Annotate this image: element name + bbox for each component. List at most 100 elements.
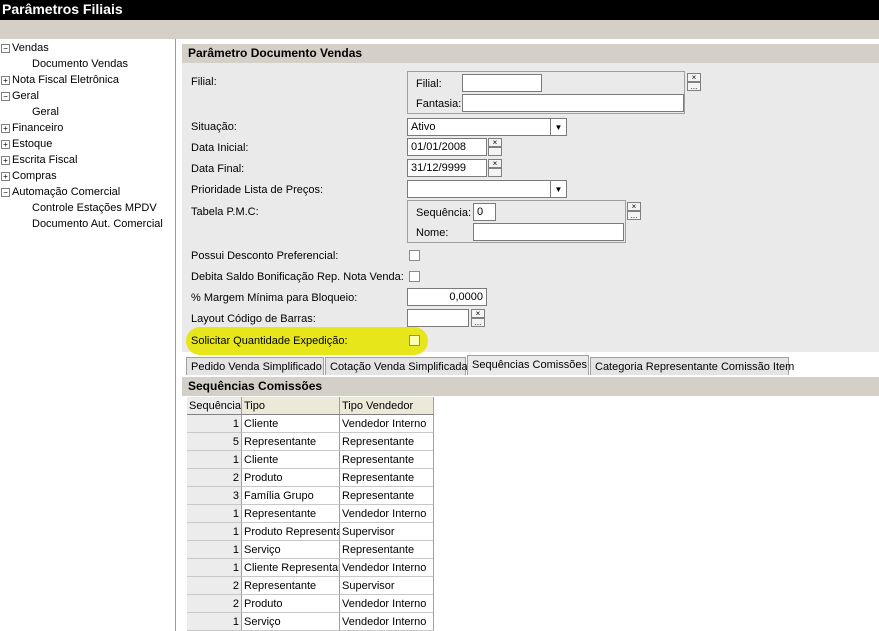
table-cell: Representante	[242, 505, 340, 523]
expand-icon[interactable]: +	[1, 140, 10, 149]
table-cell: Representante	[340, 469, 434, 487]
table-row[interactable]: 2 Produto Representante	[187, 469, 434, 487]
table-cell: 1	[187, 541, 242, 559]
chevron-down-icon[interactable]: ▼	[550, 181, 566, 197]
filial-label: Filial:	[191, 76, 217, 88]
navigation-tree[interactable]: Vendas − Documento Vendas Nota Fiscal Eletr…	[0, 39, 176, 631]
table-row[interactable]: 1 Serviço Representante	[187, 541, 434, 559]
tabela-pmc-clear-button[interactable]: ×	[627, 202, 641, 211]
calendar-icon[interactable]	[488, 147, 502, 156]
filial-clear-button[interactable]: ×	[687, 73, 701, 82]
tree-item[interactable]: Documento Vendas	[32, 56, 128, 72]
grid-section-header: Sequências Comissões	[182, 377, 879, 396]
layout-clear-button[interactable]: ×	[471, 309, 485, 318]
prioridade-select[interactable]: ▼	[407, 180, 567, 198]
table-row[interactable]: 2 Produto Vendedor Interno	[187, 595, 434, 613]
table-row[interactable]: 1 Serviço Vendedor Interno	[187, 613, 434, 631]
table-row[interactable]: 2 Representante Supervisor	[187, 577, 434, 595]
tree-item[interactable]: Nota Fiscal Eletrônica	[12, 72, 119, 88]
layout-input[interactable]	[407, 309, 469, 327]
desconto-checkbox[interactable]	[409, 250, 420, 261]
table-cell: Representante	[340, 451, 434, 469]
fantasia-input[interactable]	[462, 94, 684, 112]
collapse-icon[interactable]: −	[1, 92, 10, 101]
nome-input[interactable]	[473, 223, 624, 241]
tab-pedido-venda[interactable]: Pedido Venda Simplificado	[186, 357, 324, 375]
table-cell: Vendedor Interno	[340, 505, 434, 523]
debita-checkbox[interactable]	[409, 271, 420, 282]
tree-item-label: Estoque	[12, 138, 53, 150]
data-final-label: Data Final:	[191, 163, 245, 175]
data-inicial-clear-button[interactable]: ×	[488, 138, 502, 147]
table-row[interactable]: 1 Representante Vendedor Interno	[187, 505, 434, 523]
tabela-pmc-browse-button[interactable]: ...	[627, 211, 641, 220]
column-header-sequencia[interactable]: Sequência	[187, 397, 242, 415]
tree-item[interactable]: Escrita Fiscal	[12, 152, 77, 168]
table-cell: Supervisor	[340, 523, 434, 541]
data-inicial-input[interactable]: 01/01/2008	[407, 138, 487, 156]
toolbar-area	[0, 20, 879, 39]
tree-item[interactable]: Geral	[12, 88, 39, 104]
form-header: Parâmetro Documento Vendas	[182, 44, 879, 63]
calendar-icon[interactable]	[488, 168, 502, 177]
window-title: Parâmetros Filiais	[0, 0, 879, 20]
tab-cotacao-venda[interactable]: Cotação Venda Simplificada	[325, 357, 468, 375]
column-header-tipo[interactable]: Tipo	[242, 397, 340, 415]
expand-icon[interactable]: +	[1, 172, 10, 181]
data-final-input[interactable]: 31/12/9999	[407, 159, 487, 177]
data-inicial-label: Data Inicial:	[191, 142, 249, 154]
tree-item[interactable]: Automação Comercial	[12, 184, 120, 200]
tree-item[interactable]: Financeiro	[12, 120, 63, 136]
table-row[interactable]: 1Cliente RepresentanteVendedor Interno	[187, 559, 434, 577]
table-cell: Vendedor Interno	[340, 613, 434, 631]
table-cell: Produto	[242, 595, 340, 613]
table-cell: 1	[187, 415, 242, 433]
table-cell: Representante	[242, 577, 340, 595]
filial-input[interactable]	[462, 74, 542, 92]
tree-item-label: Geral	[32, 106, 59, 118]
tree-item[interactable]: Documento Aut. Comercial	[32, 216, 163, 232]
tree-item-label: Nota Fiscal Eletrônica	[12, 74, 119, 86]
table-cell: Produto	[242, 469, 340, 487]
table-cell: Representante	[340, 433, 434, 451]
table-cell: 2	[187, 595, 242, 613]
expand-icon[interactable]: +	[1, 76, 10, 85]
expand-icon[interactable]: +	[1, 156, 10, 165]
table-row[interactable]: 5 Representante Representante	[187, 433, 434, 451]
tree-item[interactable]: Compras	[12, 168, 57, 184]
table-row[interactable]: 1 Cliente Representante	[187, 451, 434, 469]
column-header-tipo-vendedor[interactable]: Tipo Vendedor	[340, 397, 434, 415]
table-row[interactable]: 3 Família Grupo Representante	[187, 487, 434, 505]
table-cell: Vendedor Interno	[340, 595, 434, 613]
situacao-select[interactable]: Ativo ▼	[407, 118, 567, 136]
solicitar-checkbox[interactable]	[409, 335, 420, 346]
table-cell: 1	[187, 523, 242, 541]
tab-categoria-representante[interactable]: Categoria Representante Comissão Item	[590, 357, 794, 375]
prioridade-label: Prioridade Lista de Preços:	[191, 184, 324, 196]
collapse-icon[interactable]: −	[1, 188, 10, 197]
table-cell: 1	[187, 613, 242, 631]
tree-item[interactable]: Vendas	[12, 40, 49, 56]
tabela-pmc-label: Tabela P.M.C:	[191, 206, 259, 218]
tab-sequencias-comissoes[interactable]: Sequências Comissões	[467, 355, 589, 375]
debita-label: Debita Saldo Bonificação Rep. Nota Venda…	[191, 271, 404, 283]
layout-browse-button[interactable]: ...	[471, 318, 485, 327]
tree-item[interactable]: Estoque	[12, 136, 52, 152]
layout-label: Layout Código de Barras:	[191, 313, 316, 325]
table-cell: Representante	[340, 487, 434, 505]
sequencia-input[interactable]: 0	[473, 203, 496, 221]
tree-item-label: Automação Comercial	[12, 186, 121, 198]
data-final-clear-button[interactable]: ×	[488, 159, 502, 168]
tree-item[interactable]: Controle Estações MPDV	[32, 200, 157, 216]
margem-label: % Margem Mínima para Bloqueio:	[191, 292, 358, 304]
tree-item[interactable]: Geral	[32, 104, 59, 120]
margem-input[interactable]: 0,0000	[407, 288, 487, 306]
expand-icon[interactable]: +	[1, 124, 10, 133]
table-row[interactable]: 1Produto RepresentanteSupervisor	[187, 523, 434, 541]
chevron-down-icon[interactable]: ▼	[550, 119, 566, 135]
filial-browse-button[interactable]: ...	[687, 82, 701, 91]
collapse-icon[interactable]: −	[1, 44, 10, 53]
table-cell: Supervisor	[340, 577, 434, 595]
table-cell: 2	[187, 469, 242, 487]
table-row[interactable]: 1 Cliente Vendedor Interno	[187, 415, 434, 433]
